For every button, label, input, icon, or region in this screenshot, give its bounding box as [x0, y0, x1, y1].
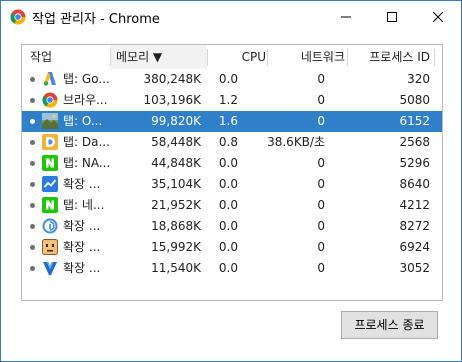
table-row[interactable]: 탭: Da... 58,448K 0.8 38.6KB/초 2568 [22, 132, 442, 153]
row-bullet [30, 140, 35, 145]
table-row[interactable]: 확장 ... 15,992K 0.0 0 6924 [22, 237, 442, 258]
row-bullet [30, 245, 35, 250]
cpu-value: 0.0 [218, 177, 238, 191]
network-value: 0 [317, 219, 325, 233]
close-button[interactable] [415, 1, 461, 32]
memory-value: 103,196K [143, 93, 202, 107]
memory-value: 15,992K [151, 240, 201, 254]
network-value: 0 [317, 240, 325, 254]
column-divider[interactable] [434, 49, 435, 66]
row-bullet [30, 119, 35, 124]
network-value: 38.6KB/초 [267, 135, 325, 149]
chrome-icon [42, 92, 58, 108]
memory-value: 58,448K [151, 135, 201, 149]
table-header: 작업 메모리 ▼ CPU 네트워크 프로세스 ID [22, 45, 442, 69]
column-header-cpu[interactable]: CPU [208, 45, 266, 69]
maximize-icon [387, 11, 397, 22]
row-bullet [30, 182, 35, 187]
network-value: 0 [317, 72, 325, 86]
pid-value: 8272 [399, 219, 430, 233]
memory-value: 380,248K [143, 72, 202, 86]
cpu-value: 1.6 [218, 114, 238, 128]
pid-value: 3052 [399, 261, 430, 275]
google-ads-icon [43, 72, 56, 86]
row-bullet [30, 77, 35, 82]
network-value: 0 [317, 93, 325, 107]
close-icon [433, 11, 443, 22]
cpu-value: 0.0 [218, 219, 238, 233]
naver-n-icon [42, 155, 58, 171]
landscape-photo-icon [42, 113, 58, 129]
memory-value: 44,848K [151, 156, 201, 170]
end-process-button[interactable]: 프로세스 종료 [341, 311, 438, 339]
memory-value: 35,104K [151, 177, 201, 191]
column-header-network[interactable]: 네트워크 [268, 45, 345, 69]
minimize-button[interactable] [323, 1, 369, 32]
pid-value: 6924 [399, 240, 430, 254]
pid-value: 5296 [399, 156, 430, 170]
maximize-button[interactable] [369, 1, 415, 32]
table-row[interactable]: 확장 ... 11,540K 0.0 0 3052 [22, 258, 442, 279]
cpu-value: 0.0 [218, 240, 238, 254]
row-bullet [30, 98, 35, 103]
memory-value: 11,540K [151, 261, 201, 275]
table-row[interactable]: 탭: Go... 380,248K 0.0 0 320 [22, 69, 442, 90]
memory-value: 21,952K [151, 198, 201, 212]
chrome-icon [10, 9, 26, 25]
table-row[interactable]: 확장 ... 18,868K 0.0 0 8272 [22, 216, 442, 237]
cpu-value: 0.0 [218, 198, 238, 212]
cpu-value: 0.0 [218, 156, 238, 170]
title-bar[interactable]: 작업 관리자 - Chrome [1, 1, 461, 32]
network-value: 0 [317, 177, 325, 191]
chart-line-icon [42, 176, 58, 192]
column-header-memory[interactable]: 메모리 ▼ [111, 45, 207, 69]
process-table: 작업 메모리 ▼ CPU 네트워크 프로세스 ID 탭: Go... 380,2… [21, 44, 443, 301]
d-letter-icon [42, 134, 58, 150]
naver-n-icon [42, 197, 58, 213]
memory-value: 99,820K [151, 114, 201, 128]
cpu-value: 0.8 [218, 135, 238, 149]
row-bullet [30, 203, 35, 208]
cpu-value: 0.0 [218, 72, 238, 86]
blue-circle-i-icon [42, 218, 58, 234]
face-box-icon [42, 239, 58, 255]
table-row[interactable]: 탭: 네... 21,952K 0.0 0 4212 [22, 195, 442, 216]
task-manager-window: 작업 관리자 - Chrome 작업 메모리 ▼ CPU 네트워크 프로세스 I… [0, 0, 462, 362]
pid-value: 8640 [399, 177, 430, 191]
row-bullet [30, 161, 35, 166]
cpu-value: 1.2 [218, 93, 238, 107]
cpu-value: 0.0 [218, 261, 238, 275]
memory-value: 18,868K [151, 219, 201, 233]
pid-value: 5080 [399, 93, 430, 107]
row-bullet [30, 266, 35, 271]
table-row[interactable]: 확장 ... 35,104K 0.0 0 8640 [22, 174, 442, 195]
pid-value: 4212 [399, 198, 430, 212]
network-value: 0 [317, 156, 325, 170]
table-row[interactable]: 탭: O... 99,820K 1.6 0 6152 [22, 111, 442, 132]
column-header-task[interactable]: 작업 [30, 45, 52, 69]
v-shield-icon [43, 262, 57, 275]
column-header-pid[interactable]: 프로세스 ID [348, 45, 430, 69]
network-value: 0 [317, 261, 325, 275]
network-value: 0 [317, 198, 325, 212]
window-title: 작업 관리자 - Chrome [32, 12, 160, 27]
table-row[interactable]: 브라우... 103,196K 1.2 0 5080 [22, 90, 442, 111]
pid-value: 320 [407, 72, 430, 86]
pid-value: 6152 [399, 114, 430, 128]
table-row[interactable]: 탭: NA... 44,848K 0.0 0 5296 [22, 153, 442, 174]
row-bullet [30, 224, 35, 229]
minimize-icon [341, 16, 351, 17]
pid-value: 2568 [399, 135, 430, 149]
network-value: 0 [317, 114, 325, 128]
